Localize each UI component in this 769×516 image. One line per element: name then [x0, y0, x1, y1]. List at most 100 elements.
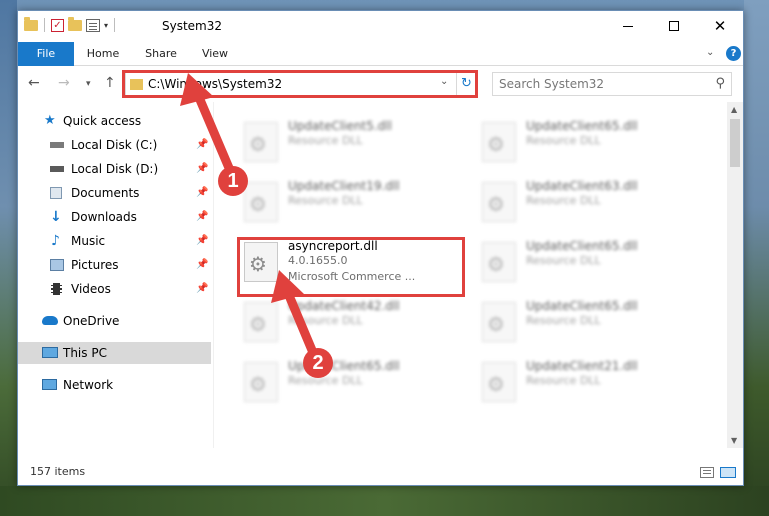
- desktop-background-bottom: [0, 486, 769, 516]
- maximize-icon: [669, 21, 679, 31]
- tab-share[interactable]: Share: [138, 42, 184, 66]
- toolbar-separator: [114, 18, 116, 32]
- search-icon: ⚲: [715, 76, 725, 91]
- nav-item-downloads[interactable]: ↓ Downloads 📌: [18, 206, 211, 228]
- scrollbar-thumb[interactable]: [730, 119, 740, 167]
- file-tile[interactable]: UpdateClient21.dll Resource DLL: [476, 356, 706, 412]
- file-tile[interactable]: UpdateClient63.dll Resource DLL: [476, 176, 706, 232]
- desktop-background-left: [0, 0, 17, 516]
- nav-item-pictures[interactable]: Pictures 📌: [18, 254, 211, 276]
- recent-locations-icon[interactable]: ▾: [86, 79, 91, 89]
- quick-access-toolbar: ✓ ▾: [24, 16, 117, 32]
- back-arrow-icon[interactable]: ←: [28, 75, 40, 91]
- nav-item-label: Documents: [71, 186, 140, 200]
- dll-file-icon: [482, 182, 516, 222]
- dll-file-icon: [482, 302, 516, 342]
- dll-file-icon: [482, 362, 516, 402]
- tab-view[interactable]: View: [194, 42, 236, 66]
- nav-item-network[interactable]: Network: [18, 374, 211, 396]
- nav-item-videos[interactable]: Videos 📌: [18, 278, 211, 300]
- file-tile[interactable]: UpdateClient65.dll Resource DLL: [238, 356, 468, 412]
- properties-icon[interactable]: [86, 18, 100, 32]
- file-list: UpdateClient5.dll Resource DLL UpdateCli…: [214, 102, 727, 448]
- toolbar-separator: [44, 18, 45, 32]
- properties-check-icon[interactable]: ✓: [51, 18, 64, 32]
- explorer-window: ✓ ▾ System32 ✕ File Home Share View ⌄ ? …: [17, 10, 744, 486]
- vertical-scrollbar[interactable]: ▲ ▼: [727, 102, 743, 448]
- file-tile[interactable]: UpdateClient65.dll Resource DLL: [476, 236, 706, 292]
- customize-toolbar-icon[interactable]: ▾: [104, 21, 108, 30]
- file-name: UpdateClient65.dll: [526, 239, 638, 253]
- nav-item-label: Videos: [71, 282, 111, 296]
- nav-item-label: Music: [71, 234, 106, 248]
- file-tile[interactable]: UpdateClient65.dll Resource DLL: [476, 116, 706, 172]
- nav-item-local-disk-d[interactable]: Local Disk (D:) 📌: [18, 158, 211, 180]
- nav-item-quick-access[interactable]: ★ Quick access: [18, 110, 211, 132]
- close-button[interactable]: ✕: [697, 11, 743, 41]
- cloud-icon: [42, 316, 58, 325]
- dll-file-icon: [244, 362, 278, 402]
- step-badge-2: 2: [303, 348, 333, 378]
- nav-item-documents[interactable]: Documents 📌: [18, 182, 211, 204]
- file-name: UpdateClient63.dll: [526, 179, 638, 193]
- nav-item-label: Local Disk (C:): [71, 138, 158, 152]
- nav-item-label: Network: [63, 378, 114, 392]
- forward-arrow-icon[interactable]: →: [58, 75, 70, 91]
- file-description: Resource DLL: [526, 374, 601, 387]
- monitor-icon: [42, 347, 58, 358]
- nav-item-label: This PC: [63, 346, 107, 360]
- file-tile[interactable]: UpdateClient19.dll Resource DLL: [238, 176, 468, 232]
- ribbon-tabs: File Home Share View ⌄ ?: [18, 42, 743, 66]
- file-name: UpdateClient5.dll: [288, 119, 392, 133]
- nav-item-local-disk-c[interactable]: Local Disk (C:) 📌: [18, 134, 211, 156]
- tab-home[interactable]: Home: [78, 42, 128, 66]
- minimize-button[interactable]: [605, 11, 651, 41]
- drive-icon: [50, 142, 64, 148]
- file-highlight-box: [237, 237, 465, 297]
- folder-icon: [24, 16, 38, 31]
- documents-icon: [50, 187, 62, 199]
- file-name: UpdateClient19.dll: [288, 179, 400, 193]
- up-arrow-icon[interactable]: ↑: [104, 75, 116, 91]
- file-name: UpdateClient65.dll: [526, 299, 638, 313]
- nav-item-label: Local Disk (D:): [71, 162, 159, 176]
- file-tile[interactable]: UpdateClient42.dll Resource DLL: [238, 296, 468, 352]
- nav-item-music[interactable]: ♪ Music 📌: [18, 230, 211, 252]
- scroll-up-icon[interactable]: ▲: [731, 105, 737, 114]
- large-icons-view-icon[interactable]: [720, 467, 736, 478]
- videos-icon: [51, 283, 62, 295]
- pin-icon: 📌: [196, 259, 209, 270]
- star-icon: ★: [44, 113, 56, 128]
- nav-item-onedrive[interactable]: OneDrive: [18, 310, 211, 332]
- music-icon: ♪: [51, 233, 60, 249]
- network-icon: [42, 379, 57, 390]
- search-input[interactable]: Search System32 ⚲: [492, 72, 732, 96]
- pin-icon: 📌: [196, 139, 209, 150]
- pictures-icon: [50, 259, 64, 271]
- window-title: System32: [162, 19, 223, 33]
- nav-item-label: Pictures: [71, 258, 119, 272]
- file-description: Resource DLL: [526, 194, 601, 207]
- close-icon: ✕: [713, 17, 727, 35]
- nav-item-label: Quick access: [63, 114, 142, 128]
- desktop-background-right: [744, 0, 769, 516]
- pin-icon: 📌: [196, 187, 209, 198]
- help-button[interactable]: ?: [726, 46, 741, 61]
- pin-icon: 📌: [196, 283, 209, 294]
- file-tile[interactable]: UpdateClient5.dll Resource DLL: [238, 116, 468, 172]
- download-icon: ↓: [50, 209, 62, 225]
- tab-file[interactable]: File: [18, 42, 74, 66]
- expand-ribbon-icon[interactable]: ⌄: [706, 47, 714, 58]
- file-name: UpdateClient65.dll: [526, 119, 638, 133]
- drive-icon: [50, 166, 64, 172]
- new-folder-icon[interactable]: [68, 16, 82, 31]
- file-tile[interactable]: UpdateClient65.dll Resource DLL: [476, 296, 706, 352]
- file-description: Resource DLL: [288, 134, 363, 147]
- dll-file-icon: [244, 122, 278, 162]
- details-view-icon[interactable]: [700, 467, 714, 478]
- file-name: UpdateClient21.dll: [526, 359, 638, 373]
- address-bar-highlight: [122, 70, 478, 98]
- maximize-button[interactable]: [651, 11, 697, 41]
- nav-item-this-pc[interactable]: This PC: [18, 342, 211, 364]
- scroll-down-icon[interactable]: ▼: [731, 436, 737, 445]
